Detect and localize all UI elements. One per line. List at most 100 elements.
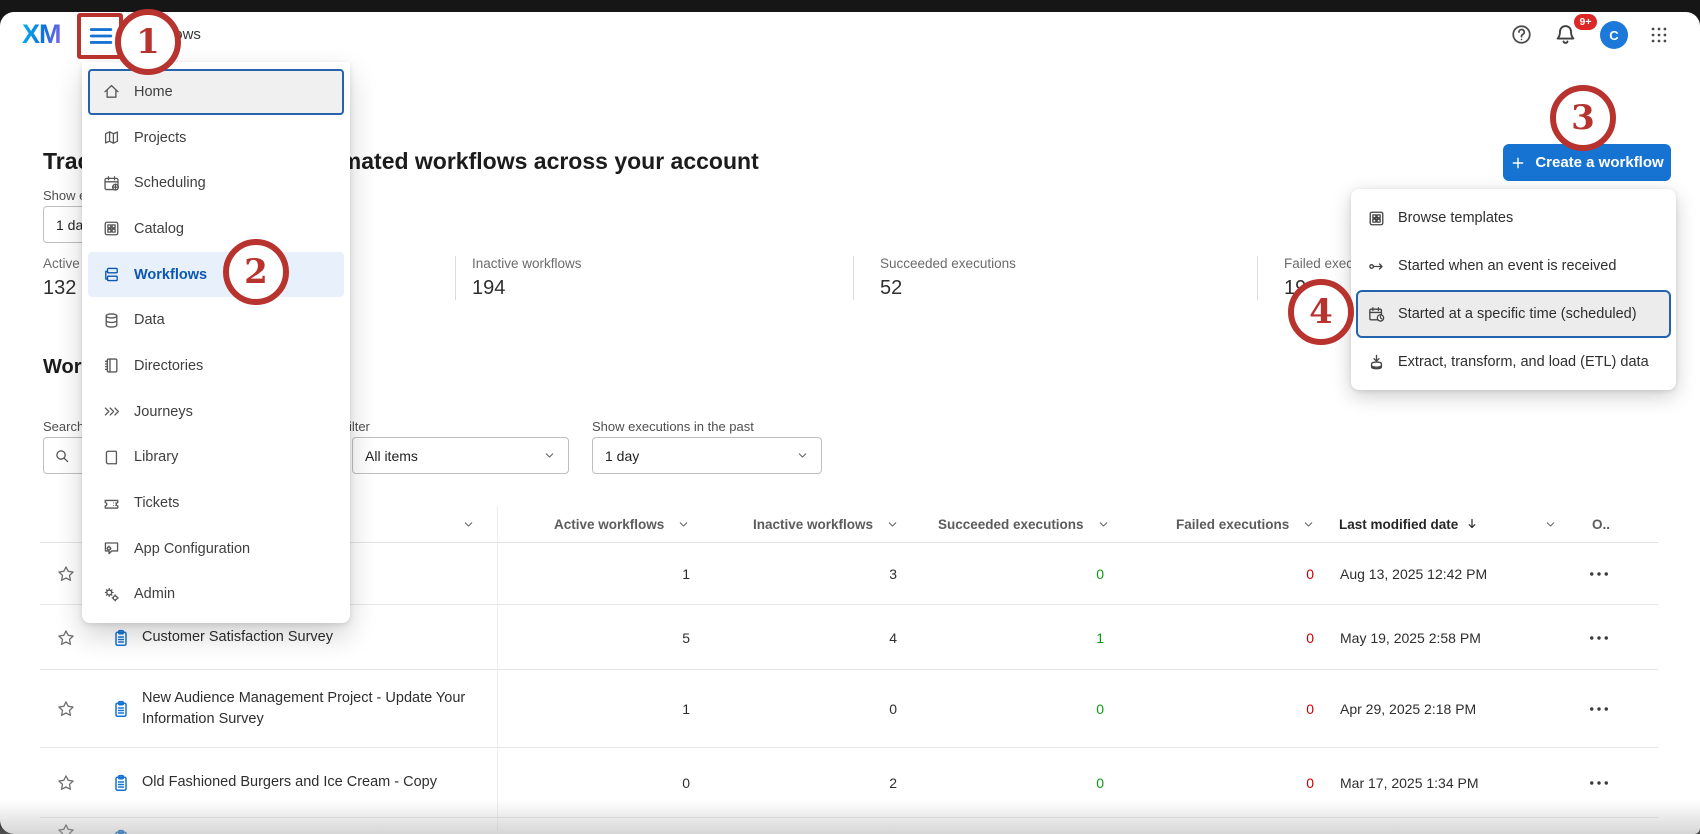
create-workflow-label: Create a workflow (1535, 154, 1663, 171)
create-menu-item[interactable]: Browse templates (1351, 194, 1676, 242)
stat-succeeded-executions: Succeeded executions 52 (880, 256, 1016, 300)
favorite-star-icon (56, 822, 76, 834)
row-actions-button[interactable] (1588, 698, 1610, 720)
stat-divider (1257, 256, 1258, 300)
app-configuration-icon (102, 539, 121, 558)
workflow-name[interactable]: Old Fashioned Burgers and Ice Cream - Co… (142, 748, 502, 818)
col-header-label: Succeeded executions (938, 517, 1084, 532)
active-workflows-count: 5 (600, 630, 690, 646)
screen: XM Workflows 9+ C Track the execution of… (0, 0, 1700, 834)
catalog-icon (102, 219, 121, 238)
nav-item[interactable]: App Configuration (82, 526, 350, 572)
projects-icon (102, 128, 121, 147)
nav-item-label: Projects (134, 130, 186, 146)
col-header-active[interactable]: Active workflows (554, 506, 690, 542)
home-icon (102, 82, 121, 101)
scheduling-icon (102, 174, 121, 193)
nav-item-label: Directories (134, 358, 203, 374)
create-menu-item[interactable]: Extract, transform, and load (ETL) data (1351, 338, 1676, 386)
nav-item[interactable]: Scheduling (82, 160, 350, 206)
stat-value: 194 (472, 277, 582, 300)
failed-executions-count: 0 (1224, 775, 1314, 791)
annotation-step-3: 3 (1550, 85, 1616, 151)
chevron-down-icon (1302, 518, 1315, 531)
col-header-overflow[interactable]: O.. (1592, 506, 1610, 542)
nav-item-label: Library (134, 449, 178, 465)
failed-executions-count: 0 (1224, 701, 1314, 717)
nav-item[interactable]: Directories (82, 343, 350, 389)
col-header-modified[interactable]: Last modified date (1339, 506, 1479, 542)
nav-item[interactable]: Projects (82, 115, 350, 161)
favorite-star-icon[interactable] (56, 773, 76, 793)
succeeded-executions-count: 1 (1014, 630, 1104, 646)
col-header-label: Last modified date (1339, 517, 1458, 532)
table-row[interactable]: Old Fashioned Burgers and Ice Cream - Co… (0, 748, 1700, 818)
favorite-star-icon[interactable] (56, 564, 76, 584)
col-header-inactive[interactable]: Inactive workflows (753, 506, 899, 542)
active-workflows-count: 0 (600, 775, 690, 791)
row-actions-button[interactable] (1588, 627, 1610, 649)
last-modified-date: Mar 17, 2025 1:34 PM (1340, 775, 1479, 791)
create-menu-item-label: Started at a specific time (scheduled) (1398, 306, 1637, 322)
annotation-step-1: 1 (115, 9, 181, 75)
xm-logo: XM (22, 19, 61, 50)
chevron-down-icon (886, 518, 899, 531)
nav-item-label: Workflows (134, 267, 207, 283)
last-modified-date: Aug 13, 2025 12:42 PM (1340, 566, 1487, 582)
filter-value: All items (365, 448, 418, 464)
col-header-modified-chevron[interactable] (1544, 506, 1557, 542)
nav-item[interactable]: Journeys (82, 389, 350, 435)
nav-item[interactable]: Workflows (88, 252, 344, 298)
col-header-name-chevron[interactable] (462, 506, 475, 542)
past-select[interactable]: 1 day (592, 437, 822, 474)
favorite-star-icon[interactable] (56, 699, 76, 719)
apps-grid-icon (1648, 24, 1670, 46)
row-actions-button[interactable] (1588, 772, 1610, 794)
stat-label: Inactive workflows (472, 256, 582, 271)
col-header-succeeded[interactable]: Succeeded executions (938, 506, 1110, 542)
filter-select[interactable]: All items (352, 437, 569, 474)
past-filter-label: Show executions in the past (592, 419, 754, 434)
create-menu-item[interactable]: Started at a specific time (scheduled) (1356, 290, 1671, 338)
directories-icon (102, 356, 121, 375)
apps-grid-button[interactable] (1648, 24, 1670, 49)
create-menu-item-label: Extract, transform, and load (ETL) data (1398, 354, 1649, 370)
nav-item[interactable]: Catalog (82, 206, 350, 252)
inactive-workflows-count: 4 (807, 630, 897, 646)
create-menu-item[interactable]: Started when an event is received (1351, 242, 1676, 290)
account-avatar[interactable]: C (1600, 21, 1628, 49)
nav-item-label: Home (134, 84, 173, 100)
nav-item[interactable]: Home (88, 69, 344, 115)
survey-document-icon (111, 773, 131, 793)
create-menu-item-label: Browse templates (1398, 210, 1513, 226)
col-header-failed[interactable]: Failed executions (1176, 506, 1315, 542)
search-label: Search (43, 419, 84, 434)
favorite-star-icon[interactable] (56, 628, 76, 648)
journeys-icon (102, 402, 121, 421)
col-header-label: Failed executions (1176, 517, 1289, 532)
workflow-name[interactable]: New Audience Management Project - Update… (142, 670, 502, 748)
nav-item[interactable]: Tickets (82, 480, 350, 526)
row-actions-button[interactable] (1588, 563, 1610, 585)
succeeded-executions-count: 0 (1014, 566, 1104, 582)
help-button[interactable] (1510, 23, 1533, 49)
workflows-icon (102, 265, 121, 284)
nav-item-label: Scheduling (134, 175, 206, 191)
survey-document-icon (111, 628, 131, 648)
col-header-label: Inactive workflows (753, 517, 873, 532)
sort-descending-icon (1465, 517, 1479, 531)
nav-item[interactable]: Library (82, 435, 350, 481)
plus-icon (1510, 155, 1526, 171)
etl-icon (1367, 353, 1386, 372)
nav-item[interactable]: Admin (82, 572, 350, 618)
active-workflows-count: 1 (600, 701, 690, 717)
active-workflows-count: 1 (600, 566, 690, 582)
failed-executions-count: 0 (1224, 630, 1314, 646)
global-nav-flyout: Home Projects Scheduling Catalog Workflo… (82, 62, 350, 623)
col-header-label: Active workflows (554, 517, 664, 532)
table-row-partial (0, 818, 1700, 834)
table-row[interactable]: New Audience Management Project - Update… (0, 670, 1700, 748)
nav-item-label: Journeys (134, 404, 193, 420)
chevron-down-icon (543, 449, 556, 462)
nav-item[interactable]: Data (82, 297, 350, 343)
